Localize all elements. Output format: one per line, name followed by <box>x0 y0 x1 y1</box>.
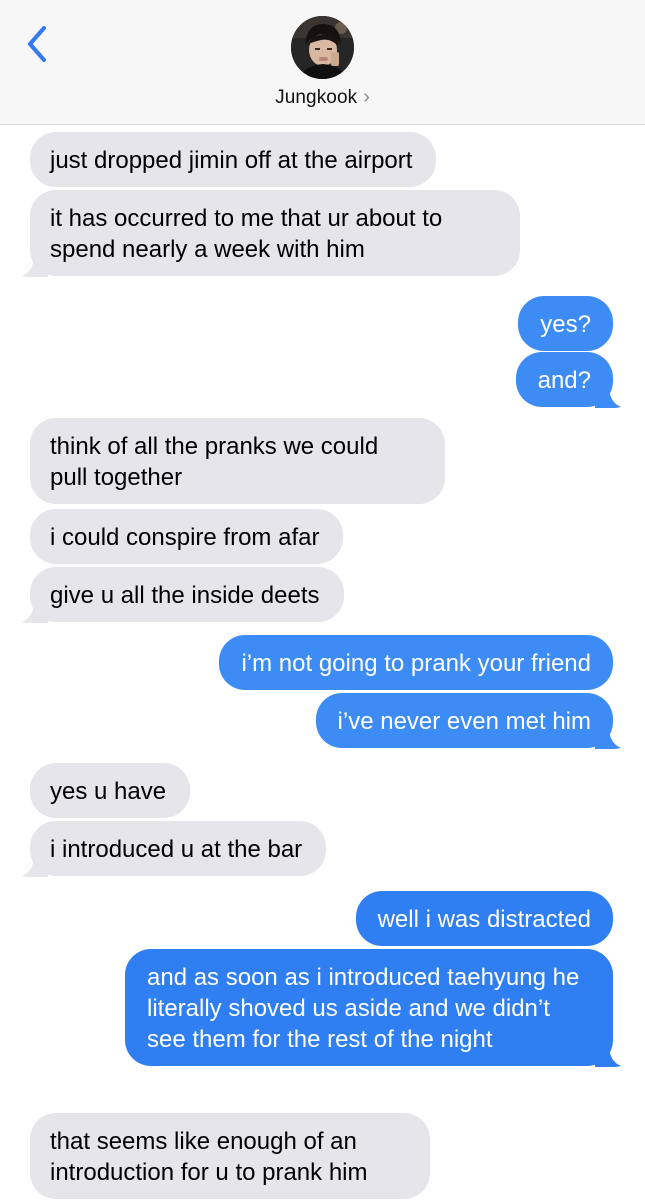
received-message[interactable]: give u all the inside deets <box>22 567 344 623</box>
received-message[interactable]: it has occurred to me that ur about to s… <box>22 190 520 277</box>
message-text: think of all the pranks we could pull to… <box>50 433 379 491</box>
chevron-left-icon <box>28 26 46 62</box>
bubble-tail <box>22 855 48 877</box>
message-text: and as soon as i introduced taehyung he … <box>147 964 580 1053</box>
message-text: well i was distracted <box>377 906 591 933</box>
message-text: it has occurred to me that ur about to s… <box>50 205 443 263</box>
message-text: i’m not going to prank your friend <box>241 650 591 677</box>
message-text: i introduced u at the bar <box>50 836 303 863</box>
contact-name-button[interactable]: Jungkook › <box>0 86 645 109</box>
message-text: just dropped jimin off at the airport <box>50 147 413 174</box>
bubble-tail <box>22 601 48 623</box>
message-thread[interactable]: just dropped jimin off at the airport it… <box>0 125 645 1200</box>
contact-name: Jungkook <box>275 87 358 108</box>
received-message[interactable]: that seems like enough of an introductio… <box>30 1113 430 1199</box>
sent-message[interactable]: well i was distracted <box>355 891 613 946</box>
received-message[interactable]: just dropped jimin off at the airport <box>30 132 437 187</box>
sent-message[interactable]: i’m not going to prank your friend <box>219 635 613 690</box>
sent-message[interactable]: and as soon as i introduced taehyung he … <box>125 949 621 1067</box>
sent-message[interactable]: yes? <box>518 296 613 351</box>
contact-photo <box>291 16 354 79</box>
message-text: i’ve never even met him <box>337 708 591 735</box>
bubble-tail <box>595 386 621 408</box>
back-button[interactable] <box>22 24 54 64</box>
chevron-right-icon: › <box>363 86 370 108</box>
bubble-tail <box>595 727 621 749</box>
conversation-header: Jungkook › <box>0 0 645 125</box>
sent-message[interactable]: i’ve never even met him <box>315 693 621 749</box>
received-message[interactable]: i introduced u at the bar <box>22 821 327 877</box>
received-message[interactable]: yes u have <box>30 763 191 818</box>
message-text: i could conspire from afar <box>50 524 320 551</box>
message-text: yes? <box>540 311 591 338</box>
received-message[interactable]: think of all the pranks we could pull to… <box>30 418 445 504</box>
message-text: yes u have <box>50 778 167 805</box>
avatar[interactable] <box>291 16 354 79</box>
received-message[interactable]: i could conspire from afar <box>30 509 344 564</box>
message-text: and? <box>537 367 591 394</box>
message-text: that seems like enough of an introductio… <box>50 1128 368 1186</box>
sent-message[interactable]: and? <box>515 352 621 408</box>
bubble-tail <box>595 1045 621 1067</box>
bubble-tail <box>22 255 48 277</box>
message-text: give u all the inside deets <box>50 582 320 609</box>
